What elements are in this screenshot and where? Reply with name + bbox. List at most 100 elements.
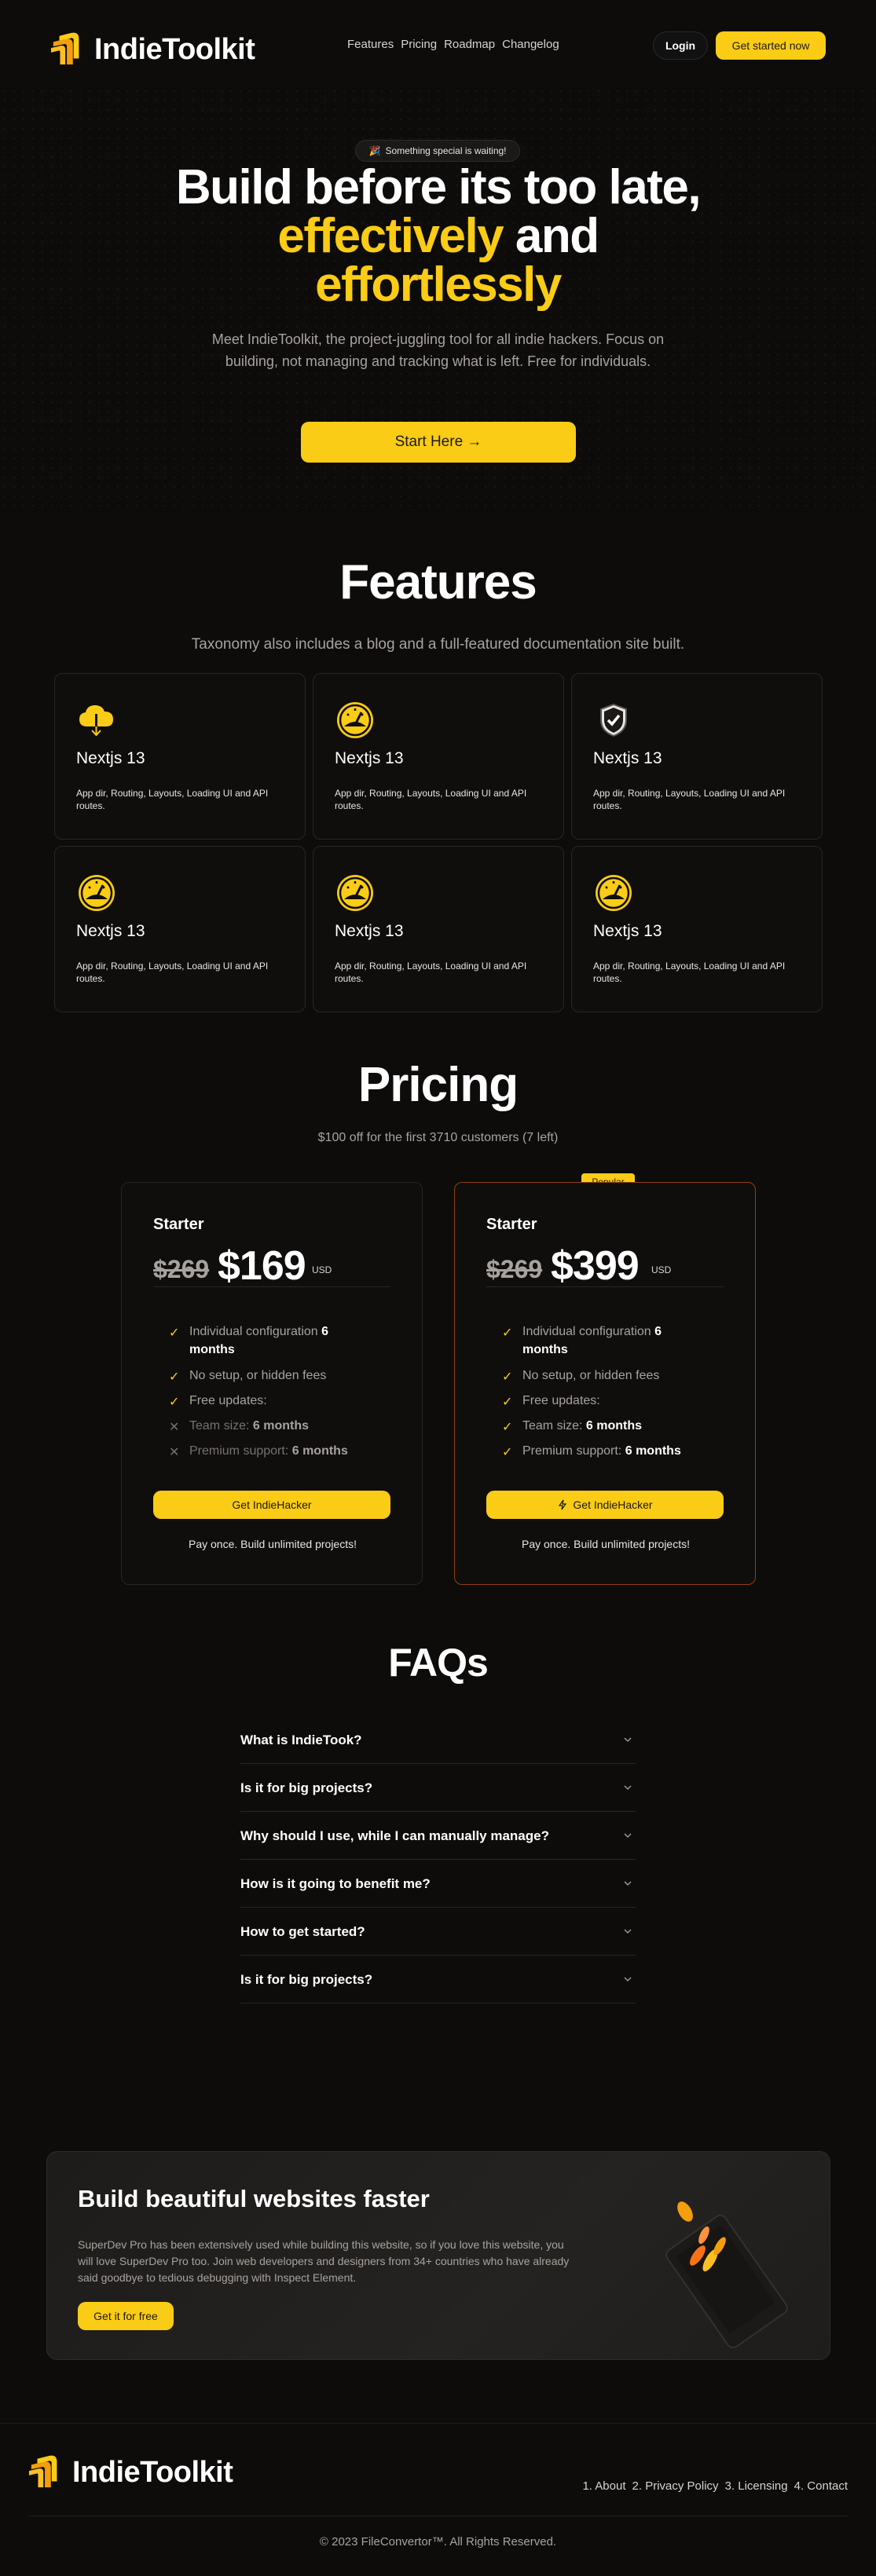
chevron-down-icon xyxy=(624,1833,632,1838)
hero-title-line1: Build before its too late, xyxy=(175,160,702,214)
brand-name: IndieToolkit xyxy=(94,32,255,66)
login-button[interactable]: Login xyxy=(653,31,708,60)
gauge-icon xyxy=(596,875,632,911)
footer-brand-logo[interactable]: IndieToolkit xyxy=(28,2454,233,2490)
nav-link-pricing[interactable]: Pricing xyxy=(401,38,437,51)
nav-links: Features Pricing Roadmap Changelog xyxy=(347,38,559,51)
plan-feature-text: No setup, or hidden fees xyxy=(522,1369,660,1382)
hero-title-accent2: effortlessly xyxy=(315,258,562,312)
check-icon: ✓ xyxy=(169,1370,180,1384)
plan-feature-text: Team size: xyxy=(189,1419,253,1433)
plan-feature-text: Team size: 6 months xyxy=(522,1417,706,1435)
check-icon: ✓ xyxy=(169,1396,180,1409)
cross-icon: ✕ xyxy=(169,1446,180,1459)
feature-title: Nextjs 13 xyxy=(335,749,404,767)
plan-feature-text: Premium support: 6 months xyxy=(522,1442,706,1460)
shield-check-icon xyxy=(600,703,627,737)
lightning-icon xyxy=(559,1499,567,1510)
plan-price: $169 xyxy=(218,1243,306,1289)
plan-note: Pay once. Build unlimited projects! xyxy=(189,1538,357,1550)
plan-feature: ✓ Individual configuration 6 months xyxy=(169,1323,373,1359)
plan-feature-text: Team size: 6 months xyxy=(189,1417,373,1435)
top-nav: IndieToolkit Features Pricing Roadmap Ch… xyxy=(0,24,876,68)
chevron-down-icon xyxy=(624,1929,632,1934)
check-icon: ✓ xyxy=(502,1370,513,1384)
hero-title: Build before its too late, effectively a… xyxy=(0,163,876,309)
feature-card: Nextjs 13 App dir, Routing, Layouts, Loa… xyxy=(54,846,306,1012)
get-it-free-button[interactable]: Get it for free xyxy=(78,2302,174,2330)
plan-feature-text: Premium support: xyxy=(522,1444,625,1458)
get-plan-button[interactable]: Get IndieHacker xyxy=(153,1491,390,1519)
feature-card: Nextjs 13 App dir, Routing, Layouts, Loa… xyxy=(571,846,823,1012)
plan-feature-disabled: ✕ Premium support: 6 months xyxy=(169,1442,373,1460)
gauge-icon xyxy=(337,702,373,738)
plan-feature: ✓ Team size: 6 months xyxy=(502,1417,706,1435)
plan-old-price: $269 xyxy=(153,1255,210,1283)
gauge-icon xyxy=(337,875,373,911)
faq-question: Why should I use, while I can manually m… xyxy=(240,1828,549,1843)
cross-icon: ✕ xyxy=(169,1421,180,1434)
plan-feature-bold: 6 months xyxy=(625,1444,681,1458)
faq-item[interactable]: Is it for big projects? xyxy=(240,1764,636,1812)
plan-feature-disabled: ✕ Team size: 6 months xyxy=(169,1417,373,1435)
plan-feature: ✓ Free updates: xyxy=(169,1392,373,1410)
plan-feature-bold: 6 months xyxy=(291,1444,348,1458)
footer-link-licensing[interactable]: 3. Licensing xyxy=(725,2479,788,2493)
plan-price: $399 xyxy=(551,1243,640,1289)
faq-item[interactable]: How is it going to benefit me? xyxy=(240,1860,636,1908)
check-icon: ✓ xyxy=(502,1446,513,1459)
nav-link-roadmap[interactable]: Roadmap xyxy=(444,38,495,51)
get-plan-label: Get IndieHacker xyxy=(573,1498,653,1511)
footer-link-about[interactable]: 1. About xyxy=(582,2479,625,2493)
hero-title-accent1: effectively xyxy=(277,209,504,263)
check-icon: ✓ xyxy=(502,1396,513,1409)
logo-icon xyxy=(28,2455,57,2488)
faq-item[interactable]: What is IndieTook? xyxy=(240,1716,636,1764)
plan-name: Starter xyxy=(486,1216,537,1233)
plan-note: Pay once. Build unlimited projects! xyxy=(522,1538,690,1550)
plan-feature: ✓ Individual configuration 6 months xyxy=(502,1323,706,1359)
divider xyxy=(153,1286,390,1287)
plan-currency: USD xyxy=(651,1264,672,1275)
announcement-badge[interactable]: 🎉 Something special is waiting! xyxy=(355,140,520,162)
plan-feature-text: Premium support: xyxy=(189,1444,292,1458)
hero-subtitle: Meet IndieToolkit, the project-juggling … xyxy=(211,331,665,369)
plan-feature-bold: 6 months xyxy=(585,1419,643,1433)
feature-description: App dir, Routing, Layouts, Loading UI an… xyxy=(76,788,269,811)
logo-icon xyxy=(50,32,79,65)
nav-link-changelog[interactable]: Changelog xyxy=(502,38,559,51)
brand-logo[interactable]: IndieToolkit xyxy=(50,31,255,68)
faq-title: FAQs xyxy=(388,1641,489,1685)
pricing-card-popular: Starter $269 $399 USD ✓ Individual confi… xyxy=(454,1182,756,1585)
faq-item[interactable]: Is it for big projects? xyxy=(240,1956,636,2003)
chevron-down-icon xyxy=(624,1881,632,1886)
copyright: © 2023 FileConvertor™. All Rights Reserv… xyxy=(319,2535,557,2549)
check-icon: ✓ xyxy=(502,1326,513,1340)
feature-title: Nextjs 13 xyxy=(76,749,145,767)
feature-title: Nextjs 13 xyxy=(335,922,404,940)
feature-description: App dir, Routing, Layouts, Loading UI an… xyxy=(335,788,527,811)
chevron-down-icon xyxy=(624,1737,632,1742)
plan-name: Starter xyxy=(153,1216,204,1233)
footer-link-privacy[interactable]: 2. Privacy Policy xyxy=(632,2479,719,2493)
divider xyxy=(486,1286,724,1287)
get-plan-button[interactable]: Get IndieHacker xyxy=(486,1491,724,1519)
feature-description: App dir, Routing, Layouts, Loading UI an… xyxy=(76,961,269,984)
badge-text: Something special is waiting! xyxy=(385,145,507,156)
plan-feature: ✓ No setup, or hidden fees xyxy=(502,1367,706,1385)
footer-link-contact[interactable]: 4. Contact xyxy=(794,2479,848,2493)
plan-feature-bold: 6 months xyxy=(252,1419,310,1433)
check-icon: ✓ xyxy=(169,1326,180,1340)
plan-feature-text: Free updates: xyxy=(522,1394,600,1407)
footer-links: 1. About 2. Privacy Policy 3. Licensing … xyxy=(582,2479,848,2493)
get-started-button[interactable]: Get started now xyxy=(716,31,826,60)
plan-feature-text: Individual configuration 6 months xyxy=(189,1323,373,1359)
gauge-icon xyxy=(79,875,115,911)
feature-description: App dir, Routing, Layouts, Loading UI an… xyxy=(335,961,527,984)
nav-link-features[interactable]: Features xyxy=(347,38,394,51)
faq-item[interactable]: How to get started? xyxy=(240,1908,636,1956)
pricing-title: Pricing xyxy=(357,1058,519,1112)
start-here-button[interactable]: Start Here → xyxy=(301,422,576,463)
faq-item[interactable]: Why should I use, while I can manually m… xyxy=(240,1812,636,1860)
plan-feature: ✓ No setup, or hidden fees xyxy=(169,1367,373,1385)
